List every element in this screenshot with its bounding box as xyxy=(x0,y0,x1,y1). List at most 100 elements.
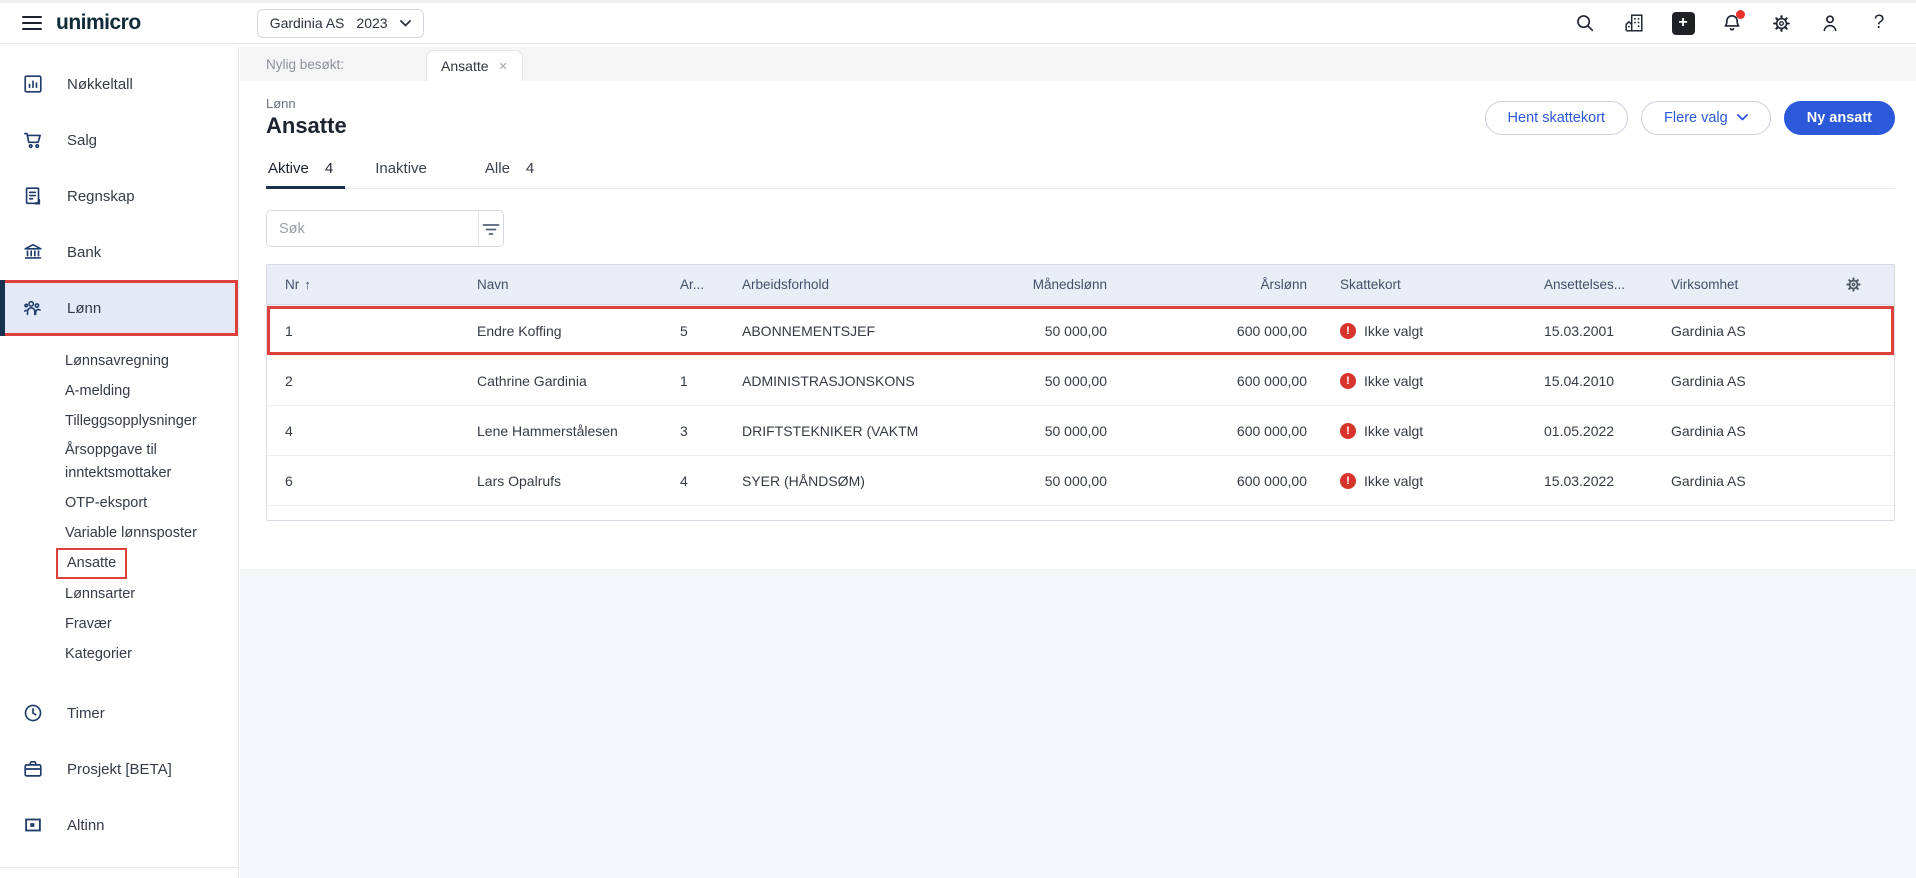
sidebar-item-label: Bank xyxy=(67,243,102,261)
lonn-submenu: Lønnsavregning A-melding Tilleggsopplysn… xyxy=(0,336,238,669)
hent-skattekort-button[interactable]: Hent skattekort xyxy=(1484,100,1629,135)
ledger-icon xyxy=(22,185,44,207)
page-header: Lønn Ansatte Hent skattekort Flere valg … xyxy=(266,81,1895,139)
column-settings-gear-icon[interactable] xyxy=(1813,276,1894,293)
employee-filter-tabs: Aktive 4 Inaktive Alle 4 xyxy=(266,160,1895,189)
sidebar-item-label: Altinn xyxy=(67,816,105,834)
notification-badge xyxy=(1736,10,1745,19)
column-header-manedslonn[interactable]: Månedslønn xyxy=(967,277,1122,292)
header-buttons: Hent skattekort Flere valg Ny ansatt xyxy=(1484,100,1895,135)
submenu-item-a-melding[interactable]: A-melding xyxy=(65,376,238,406)
account-icon[interactable] xyxy=(1818,11,1842,35)
topbar: unimicro Gardinia AS 2023 + ? xyxy=(0,3,1916,44)
submenu-item-variable-lonnsposter[interactable]: Variable lønnsposter xyxy=(65,518,238,548)
sidebar-item-label: Regnskap xyxy=(67,187,135,205)
sidebar-item-nokkeltall[interactable]: Nøkkeltall xyxy=(0,56,238,112)
sort-asc-icon: ↑ xyxy=(304,277,311,292)
bank-icon xyxy=(22,241,44,263)
table-row[interactable]: 6 Lars Opalrufs 4 SYER (HÅNDSØM) 50 000,… xyxy=(267,455,1894,505)
column-header-ansettelses[interactable]: Ansettelses... xyxy=(1526,277,1653,292)
alert-icon: ! xyxy=(1340,422,1356,439)
hamburger-menu-icon[interactable] xyxy=(22,16,42,30)
cart-icon xyxy=(22,129,44,151)
recent-tab-title: Ansatte xyxy=(441,58,489,74)
submenu-item-lonnsarter[interactable]: Lønnsarter xyxy=(65,579,238,609)
submenu-item-tilleggsopplysninger[interactable]: Tilleggsopplysninger xyxy=(65,406,238,436)
chevron-down-icon xyxy=(1736,114,1748,121)
column-header-virksomhet[interactable]: Virksomhet xyxy=(1653,277,1813,292)
submenu-item-ansatte[interactable]: Ansatte xyxy=(56,548,238,579)
sidebar-item-label: Prosjekt [BETA] xyxy=(67,760,172,778)
app-window: unimicro Gardinia AS 2023 + ? Nøkkeltall… xyxy=(0,0,1916,878)
table-row[interactable]: 2 Cathrine Gardinia 1 ADMINISTRASJONSKON… xyxy=(267,355,1894,405)
breadcrumb: Lønn xyxy=(266,96,296,111)
table-footer-strip xyxy=(267,505,1894,520)
alert-icon: ! xyxy=(1340,472,1356,489)
sidebar-item-timer[interactable]: Timer xyxy=(0,685,238,741)
column-header-skattekort[interactable]: Skattekort xyxy=(1322,277,1526,292)
sidebar: Nøkkeltall Salg Regnskap Bank Lønn Lønns… xyxy=(0,47,239,878)
content-card: Lønn Ansatte Hent skattekort Flere valg … xyxy=(240,81,1916,569)
people-icon xyxy=(22,297,44,319)
column-header-arslonn[interactable]: Årslønn xyxy=(1122,277,1322,292)
submenu-item-fravaer[interactable]: Fravær xyxy=(65,609,238,639)
alert-icon: ! xyxy=(1340,372,1356,389)
sidebar-item-altinn[interactable]: Altinn xyxy=(0,797,238,853)
tab-count: 4 xyxy=(525,160,535,177)
settings-icon[interactable] xyxy=(1769,11,1793,35)
tab-alle[interactable]: Alle 4 xyxy=(483,160,546,188)
tab-inaktive[interactable]: Inaktive xyxy=(373,160,455,188)
sidebar-item-prosjekt[interactable]: Prosjekt [BETA] xyxy=(0,741,238,797)
search-row xyxy=(266,210,1895,247)
submenu-item-lonnsavregning[interactable]: Lønnsavregning xyxy=(65,346,238,376)
flere-valg-button[interactable]: Flere valg xyxy=(1641,100,1771,135)
search-input[interactable] xyxy=(267,211,478,246)
main-area: Nylig besøkt: Ansatte ✕ Lønn Ansatte Hen… xyxy=(240,47,1916,878)
help-icon[interactable]: ? xyxy=(1867,11,1891,35)
sidebar-item-salg[interactable]: Salg xyxy=(0,112,238,168)
sidebar-item-label: Lønn xyxy=(67,299,102,317)
recent-label: Nylig besøkt: xyxy=(266,57,345,72)
sidebar-item-label: Salg xyxy=(67,131,98,149)
notifications-icon[interactable] xyxy=(1720,10,1745,35)
column-header-arbeidsforhold[interactable]: Arbeidsforhold xyxy=(724,277,967,292)
company-selector[interactable]: Gardinia AS 2023 xyxy=(256,8,424,38)
sidebar-item-bank[interactable]: Bank xyxy=(0,224,238,280)
alert-icon: ! xyxy=(1340,322,1356,339)
recent-tabs-bar: Nylig besøkt: Ansatte ✕ xyxy=(240,47,1916,81)
search-icon[interactable] xyxy=(1573,11,1597,35)
add-icon[interactable]: + xyxy=(1671,11,1695,35)
sidebar-item-regnskap[interactable]: Regnskap xyxy=(0,168,238,224)
tab-count: 4 xyxy=(324,160,334,177)
submenu-item-arsoppgave[interactable]: Årsoppgave til inntektsmottaker xyxy=(65,436,215,488)
topbar-icon-group: + ? xyxy=(1573,10,1891,35)
column-header-navn[interactable]: Navn xyxy=(459,277,662,292)
submenu-item-otp-eksport[interactable]: OTP-eksport xyxy=(65,488,238,518)
table-row[interactable]: 4 Lene Hammerstålesen 3 DRIFTSTEKNIKER (… xyxy=(267,405,1894,455)
unimicro-logo: unimicro xyxy=(56,11,141,34)
filter-icon[interactable] xyxy=(478,211,503,246)
employee-table: Nr ↑ Navn Ar... Arbeidsforhold Månedslønn… xyxy=(266,264,1895,521)
clock-icon xyxy=(22,702,44,724)
close-icon[interactable]: ✕ xyxy=(499,60,508,73)
company-name: Gardinia AS xyxy=(269,15,345,31)
table-header: Nr ↑ Navn Ar... Arbeidsforhold Månedslønn… xyxy=(267,265,1894,305)
submenu-item-kategorier[interactable]: Kategorier xyxy=(65,639,238,669)
column-header-nr[interactable]: Nr ↑ xyxy=(267,277,459,292)
sidebar-item-label: Timer xyxy=(67,704,105,722)
altinn-icon xyxy=(22,814,44,836)
tab-aktive[interactable]: Aktive 4 xyxy=(266,160,346,189)
table-row[interactable]: 1 Endre Koffing 5 ABONNEMENTSJEF 50 000,… xyxy=(267,305,1894,355)
sidebar-item-lonn[interactable]: Lønn xyxy=(0,280,238,336)
chevron-down-icon xyxy=(399,19,411,26)
sidebar-footer-divider xyxy=(0,867,238,868)
column-header-ar[interactable]: Ar... xyxy=(662,277,724,292)
ny-ansatt-button[interactable]: Ny ansatt xyxy=(1783,100,1895,135)
recent-tab-ansatte[interactable]: Ansatte ✕ xyxy=(426,50,523,81)
sidebar-item-label: Nøkkeltall xyxy=(67,75,133,93)
fiscal-year: 2023 xyxy=(356,15,388,31)
sidebar-bottom-group: Timer Prosjekt [BETA] Altinn xyxy=(0,685,238,853)
page-title: Ansatte xyxy=(266,113,347,138)
company-icon[interactable] xyxy=(1622,11,1646,35)
briefcase-icon xyxy=(22,758,44,780)
